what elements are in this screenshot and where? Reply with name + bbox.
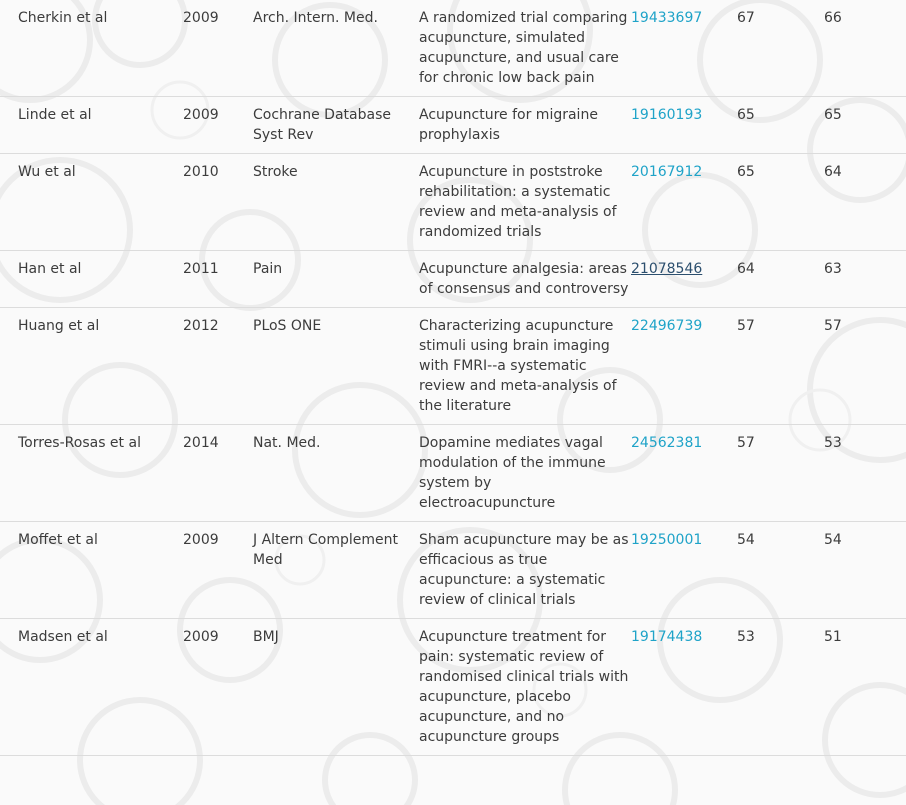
table-row: Wu et al 2010 Stroke Acupuncture in post…: [0, 153, 906, 251]
pmid-link[interactable]: 19174438: [631, 629, 702, 645]
title-cell: Dopamine mediates vagal modulation of th…: [419, 424, 631, 522]
title-cell: A randomized trial comparing acupuncture…: [419, 0, 631, 97]
pmid-link[interactable]: 19433697: [631, 10, 702, 26]
count-cell-1: 57: [737, 307, 824, 425]
author-cell: Moffet et al: [0, 521, 183, 619]
journal-cell: J Altern Complement Med: [253, 521, 419, 619]
count-cell-2: 63: [824, 250, 906, 308]
title-cell: Acupuncture analgesia: areas of consensu…: [419, 250, 631, 308]
author-cell: Huang et al: [0, 307, 183, 425]
year-cell: 2009: [183, 521, 253, 619]
pmid-link[interactable]: 19250001: [631, 532, 702, 548]
pmid-cell: 19250001: [631, 521, 737, 619]
count-cell-1: 54: [737, 521, 824, 619]
year-cell: 2009: [183, 618, 253, 756]
pmid-cell: 19160193: [631, 96, 737, 154]
journal-cell: BMJ: [253, 618, 419, 756]
citation-table-body: Cherkin et al 2009 Arch. Intern. Med. A …: [0, 0, 906, 756]
year-cell: 2011: [183, 250, 253, 308]
title-cell: Acupuncture for migraine prophylaxis: [419, 96, 631, 154]
count-cell-1: 65: [737, 153, 824, 251]
journal-cell: Pain: [253, 250, 419, 308]
year-cell: 2009: [183, 0, 253, 97]
year-cell: 2010: [183, 153, 253, 251]
author-cell: Wu et al: [0, 153, 183, 251]
pmid-link[interactable]: 19160193: [631, 107, 702, 123]
pmid-cell: 22496739: [631, 307, 737, 425]
count-cell-2: 53: [824, 424, 906, 522]
title-cell: Sham acupuncture may be as efficacious a…: [419, 521, 631, 619]
journal-cell: Nat. Med.: [253, 424, 419, 522]
pmid-link[interactable]: 21078546: [631, 261, 702, 277]
pmid-link[interactable]: 20167912: [631, 164, 702, 180]
count-cell-2: 51: [824, 618, 906, 756]
year-cell: 2009: [183, 96, 253, 154]
journal-cell: Arch. Intern. Med.: [253, 0, 419, 97]
journal-cell: PLoS ONE: [253, 307, 419, 425]
table-row: Huang et al 2012 PLoS ONE Characterizing…: [0, 307, 906, 425]
count-cell-1: 57: [737, 424, 824, 522]
count-cell-2: 57: [824, 307, 906, 425]
count-cell-2: 66: [824, 0, 906, 97]
pmid-cell: 19433697: [631, 0, 737, 97]
pmid-cell: 24562381: [631, 424, 737, 522]
count-cell-1: 64: [737, 250, 824, 308]
table-row: Moffet et al 2009 J Altern Complement Me…: [0, 521, 906, 619]
citation-table: Cherkin et al 2009 Arch. Intern. Med. A …: [0, 0, 906, 756]
count-cell-1: 53: [737, 618, 824, 756]
table-row: Han et al 2011 Pain Acupuncture analgesi…: [0, 250, 906, 308]
author-cell: Torres-Rosas et al: [0, 424, 183, 522]
count-cell-2: 64: [824, 153, 906, 251]
author-cell: Han et al: [0, 250, 183, 308]
pmid-cell: 21078546: [631, 250, 737, 308]
title-cell: Acupuncture in poststroke rehabilitation…: [419, 153, 631, 251]
year-cell: 2014: [183, 424, 253, 522]
pmid-cell: 20167912: [631, 153, 737, 251]
author-cell: Cherkin et al: [0, 0, 183, 97]
author-cell: Linde et al: [0, 96, 183, 154]
table-row: Torres-Rosas et al 2014 Nat. Med. Dopami…: [0, 424, 906, 522]
title-cell: Acupuncture treatment for pain: systemat…: [419, 618, 631, 756]
pmid-link[interactable]: 22496739: [631, 318, 702, 334]
author-cell: Madsen et al: [0, 618, 183, 756]
table-row: Linde et al 2009 Cochrane Database Syst …: [0, 96, 906, 154]
count-cell-1: 67: [737, 0, 824, 97]
title-cell: Characterizing acupuncture stimuli using…: [419, 307, 631, 425]
pmid-link[interactable]: 24562381: [631, 435, 702, 451]
count-cell-2: 54: [824, 521, 906, 619]
table-row: Cherkin et al 2009 Arch. Intern. Med. A …: [0, 0, 906, 97]
count-cell-2: 65: [824, 96, 906, 154]
journal-cell: Stroke: [253, 153, 419, 251]
pmid-cell: 19174438: [631, 618, 737, 756]
year-cell: 2012: [183, 307, 253, 425]
count-cell-1: 65: [737, 96, 824, 154]
table-row: Madsen et al 2009 BMJ Acupuncture treatm…: [0, 618, 906, 756]
journal-cell: Cochrane Database Syst Rev: [253, 96, 419, 154]
